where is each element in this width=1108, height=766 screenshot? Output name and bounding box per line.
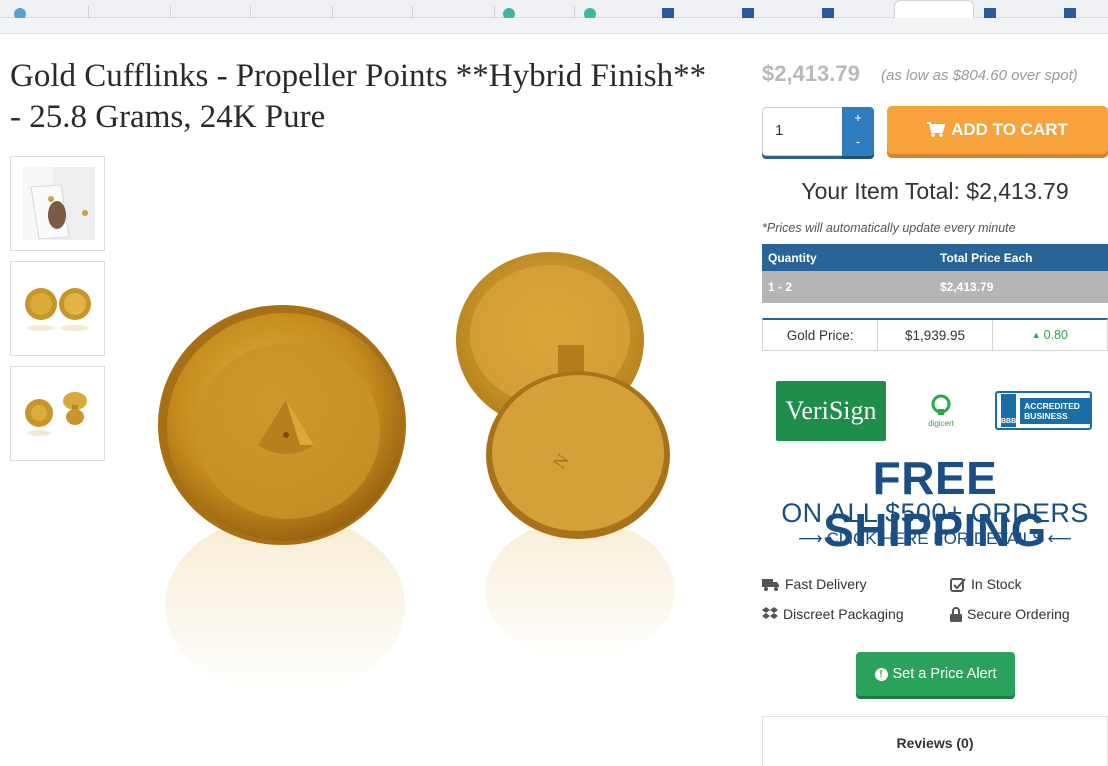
item-total: Your Item Total: $2,413.79 — [801, 178, 1069, 204]
digicert-label: digicert — [928, 419, 954, 428]
bookmarks-bar — [0, 18, 1108, 34]
cart-icon — [927, 122, 946, 137]
checkbox-icon — [950, 577, 966, 592]
thumbnail-image — [25, 288, 91, 331]
table-header-quantity: Quantity — [768, 250, 817, 265]
gold-price-label: Gold Price: — [763, 320, 879, 350]
feature-label: Fast Delivery — [785, 576, 867, 592]
browser-tab[interactable] — [574, 6, 652, 18]
browser-tab[interactable] — [250, 6, 328, 18]
as-low-as-note: (as low as $804.60 over spot) — [881, 67, 1078, 84]
add-to-cart-button[interactable]: ADD TO CART — [887, 106, 1108, 154]
set-price-alert-button[interactable]: ! Set a Price Alert — [856, 652, 1015, 696]
table-cell-quantity: 1 - 2 — [768, 280, 793, 294]
add-to-cart-label: ADD TO CART — [951, 120, 1068, 139]
verisign-badge-label: VeriSign — [785, 396, 877, 425]
feature-secure-ordering: Secure Ordering — [950, 606, 1070, 622]
thumbnail-side-pair[interactable] — [10, 366, 105, 461]
quantity-input[interactable] — [763, 108, 833, 152]
free-shipping-details-label: CLICK HERE FOR DETAILS — [826, 529, 1044, 548]
digicert-logo-icon — [931, 394, 951, 415]
arrow-right-icon: ⟶ — [798, 529, 823, 548]
browser-tab[interactable] — [494, 6, 572, 18]
bbb-logo-icon: BBB — [1001, 394, 1017, 427]
caret-up-icon: ▲ — [1031, 330, 1041, 340]
browser-tab[interactable] — [332, 6, 410, 18]
feature-label: Discreet Packaging — [783, 606, 904, 622]
browser-tab[interactable] — [412, 6, 490, 18]
digicert-badge[interactable]: digicert — [921, 393, 961, 433]
browser-tab-strip — [0, 0, 1108, 20]
table-header-row: Quantity Total Price Each — [762, 244, 1108, 271]
price-alert-label: Set a Price Alert — [892, 666, 997, 682]
table-row: 1 - 2 $2,413.79 — [762, 271, 1108, 303]
bbb-accredited-badge[interactable]: BBB ACCREDITED BUSINESS — [995, 391, 1092, 430]
quantity-stepper[interactable]: + - — [842, 107, 874, 156]
gold-price-value: $1,939.95 — [878, 320, 993, 350]
thumbnail-front-pair[interactable] — [10, 261, 105, 356]
dropbox-icon — [762, 607, 778, 619]
feature-label: In Stock — [971, 576, 1022, 592]
active-browser-tab[interactable] — [894, 0, 974, 18]
truck-icon — [762, 578, 779, 591]
product-price: $2,413.79 — [762, 61, 860, 86]
gold-spot-price: Gold Price: $1,939.95 ▲ 0.80 — [762, 318, 1108, 351]
gold-price-change: ▲ 0.80 — [993, 320, 1107, 350]
price-update-note: *Prices will automatically update every … — [762, 221, 1016, 235]
free-shipping-details-link[interactable]: ⟶ CLICK HERE FOR DETAILS ⟵ — [762, 529, 1108, 549]
gold-price-change-value: 0.80 — [1043, 328, 1068, 342]
reviews-label: Reviews (0) — [896, 735, 974, 751]
quantity-field[interactable] — [762, 107, 842, 156]
verisign-badge[interactable]: VeriSign — [776, 381, 886, 441]
feature-in-stock: In Stock — [950, 576, 1022, 592]
quantity-increment-button[interactable]: + — [842, 107, 874, 131]
lock-icon — [950, 606, 962, 622]
feature-discreet-packaging: Discreet Packaging — [762, 606, 904, 622]
feature-label: Secure Ordering — [967, 606, 1070, 622]
main-product-image[interactable]: N — [150, 235, 720, 705]
thumbnail-worn-cufflink[interactable] — [10, 156, 105, 251]
quantity-decrement-button[interactable]: - — [842, 131, 874, 155]
thumbnail-image — [23, 167, 95, 240]
table-cell-price: $2,413.79 — [940, 280, 994, 294]
bbb-accredited-label: ACCREDITED BUSINESS — [1020, 397, 1090, 424]
volume-pricing-table: Quantity Total Price Each 1 - 2 $2,413.7… — [762, 244, 1108, 303]
exclamation-circle-icon: ! — [874, 667, 888, 681]
browser-tab[interactable] — [170, 6, 248, 18]
reviews-tab[interactable]: Reviews (0) — [762, 716, 1108, 766]
bbb-logo-label: BBB — [1001, 418, 1017, 425]
browser-tab[interactable] — [88, 6, 166, 18]
feature-fast-delivery: Fast Delivery — [762, 576, 867, 592]
thumbnail-image — [25, 392, 87, 436]
free-shipping-subheading[interactable]: ON ALL $500+ ORDERS — [762, 498, 1108, 528]
table-header-price: Total Price Each — [940, 250, 1033, 265]
arrow-left-icon: ⟵ — [1047, 529, 1072, 548]
product-title: Gold Cufflinks - Propeller Points **Hybr… — [10, 58, 707, 135]
